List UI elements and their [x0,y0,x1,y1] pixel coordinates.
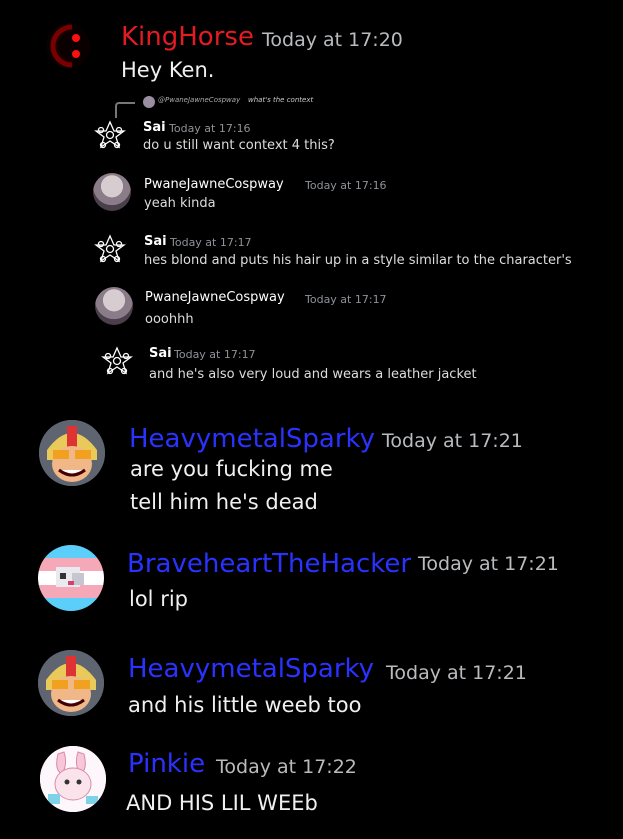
message-text: are you fucking me [130,457,333,481]
sai-avatar-icon [99,344,135,380]
message-pinkie: Pinkie Today at 17:22 AND HIS LIL WEEb [0,738,623,839]
username[interactable]: HeavymetalSparky [129,424,375,454]
embed-text: and he's also very loud and wears a leat… [149,367,477,382]
message-text: AND HIS LIL WEEb [126,791,318,815]
embed-author: PwaneJawneCospway [144,177,284,192]
avatar[interactable] [39,420,105,486]
embed-text: yeah kinda [144,196,216,211]
reply-text: what's the context [248,96,314,104]
message-braveheartthehacker: BraveheartTheHacker Today at 17:21 lol r… [0,535,623,625]
avatar[interactable] [40,746,106,812]
pwane-avatar-icon [95,287,133,325]
message-kinghorse: KingHorse Today at 17:20 Hey Ken. [0,0,623,95]
sai-avatar-icon [92,232,128,268]
message-text: and his little weeb too [128,693,362,717]
pwane-avatar-icon [93,173,131,211]
message-text: Hey Ken. [121,58,215,82]
timestamp: Today at 17:22 [216,756,357,778]
message-heavymetalsparky: HeavymetalSparky Today at 17:21 and his … [0,640,623,730]
message-text: tell him he's dead [130,490,318,514]
embed-time: Today at 17:16 [305,179,387,192]
message-text: lol rip [129,587,188,611]
timestamp: Today at 17:21 [386,662,527,684]
embed-text: do u still want context 4 this? [143,138,335,153]
embed-author: PwaneJawneCospway [145,290,285,305]
avatar[interactable] [38,650,104,716]
timestamp: Today at 17:21 [382,430,523,452]
embed-time: Today at 17:16 [169,122,251,135]
embed-time: Today at 17:17 [174,348,256,361]
embedded-screenshot[interactable]: @PwaneJawneCospway what's the context Sa… [88,92,588,392]
sai-avatar-icon [92,118,128,154]
embed-time: Today at 17:17 [170,236,252,249]
timestamp: Today at 17:21 [418,553,559,575]
reply-author: @PwaneJawneCospway [158,96,241,104]
embed-author: Sai [144,234,167,249]
username[interactable]: Pinkie [128,749,205,779]
username[interactable]: HeavymetalSparky [128,654,374,684]
embed-author: Sai [143,120,166,135]
timestamp: Today at 17:20 [262,29,403,51]
embed-text: hes blond and puts his hair up in a styl… [144,253,572,268]
embed-time: Today at 17:17 [305,293,387,306]
reply-avatar [143,96,155,108]
username[interactable]: BraveheartTheHacker [127,549,411,579]
username[interactable]: KingHorse [121,22,254,52]
embed-author: Sai [149,346,172,361]
avatar[interactable] [38,545,104,611]
message-heavymetalsparky: HeavymetalSparky Today at 17:21 are you … [0,410,623,520]
avatar[interactable] [42,18,94,74]
embed-text: ooohhh [145,312,194,327]
reply-connector [115,102,135,118]
